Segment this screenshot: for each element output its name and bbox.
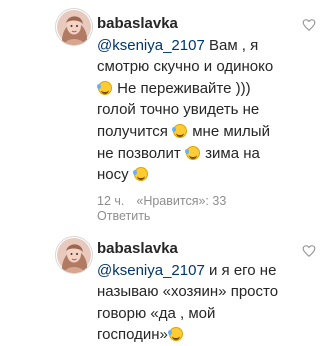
comment-time[interactable]: 12 ч. bbox=[97, 194, 124, 208]
reply-button[interactable]: Ответить bbox=[97, 209, 150, 223]
rofl-emoji bbox=[132, 167, 148, 182]
rofl-emoji bbox=[167, 327, 183, 342]
avatar-photo bbox=[57, 238, 91, 273]
mention-link[interactable]: @kseniya_2107 bbox=[97, 262, 205, 279]
heart-icon[interactable] bbox=[302, 244, 316, 258]
comment-username[interactable]: babaslavka bbox=[97, 240, 178, 257]
rofl-emoji bbox=[97, 80, 112, 95]
avatar[interactable] bbox=[55, 8, 93, 46]
like-count[interactable]: «Нравится»: 33 bbox=[136, 194, 226, 208]
avatar-photo bbox=[57, 10, 91, 45]
comment-text: babaslavka @kseniya_2107 Вам , я смотрю … bbox=[97, 13, 289, 186]
comment-text: babaslavka @kseniya_2107 и я его не назы… bbox=[97, 238, 289, 346]
comment-meta: 12 ч. «Нравится»: 33 bbox=[97, 193, 238, 209]
comment-username[interactable]: babaslavka bbox=[97, 15, 178, 32]
avatar[interactable] bbox=[55, 236, 93, 274]
rofl-emoji bbox=[184, 145, 200, 160]
rofl-emoji bbox=[172, 123, 188, 138]
heart-icon[interactable] bbox=[302, 18, 316, 32]
mention-link[interactable]: @kseniya_2107 bbox=[97, 37, 205, 54]
